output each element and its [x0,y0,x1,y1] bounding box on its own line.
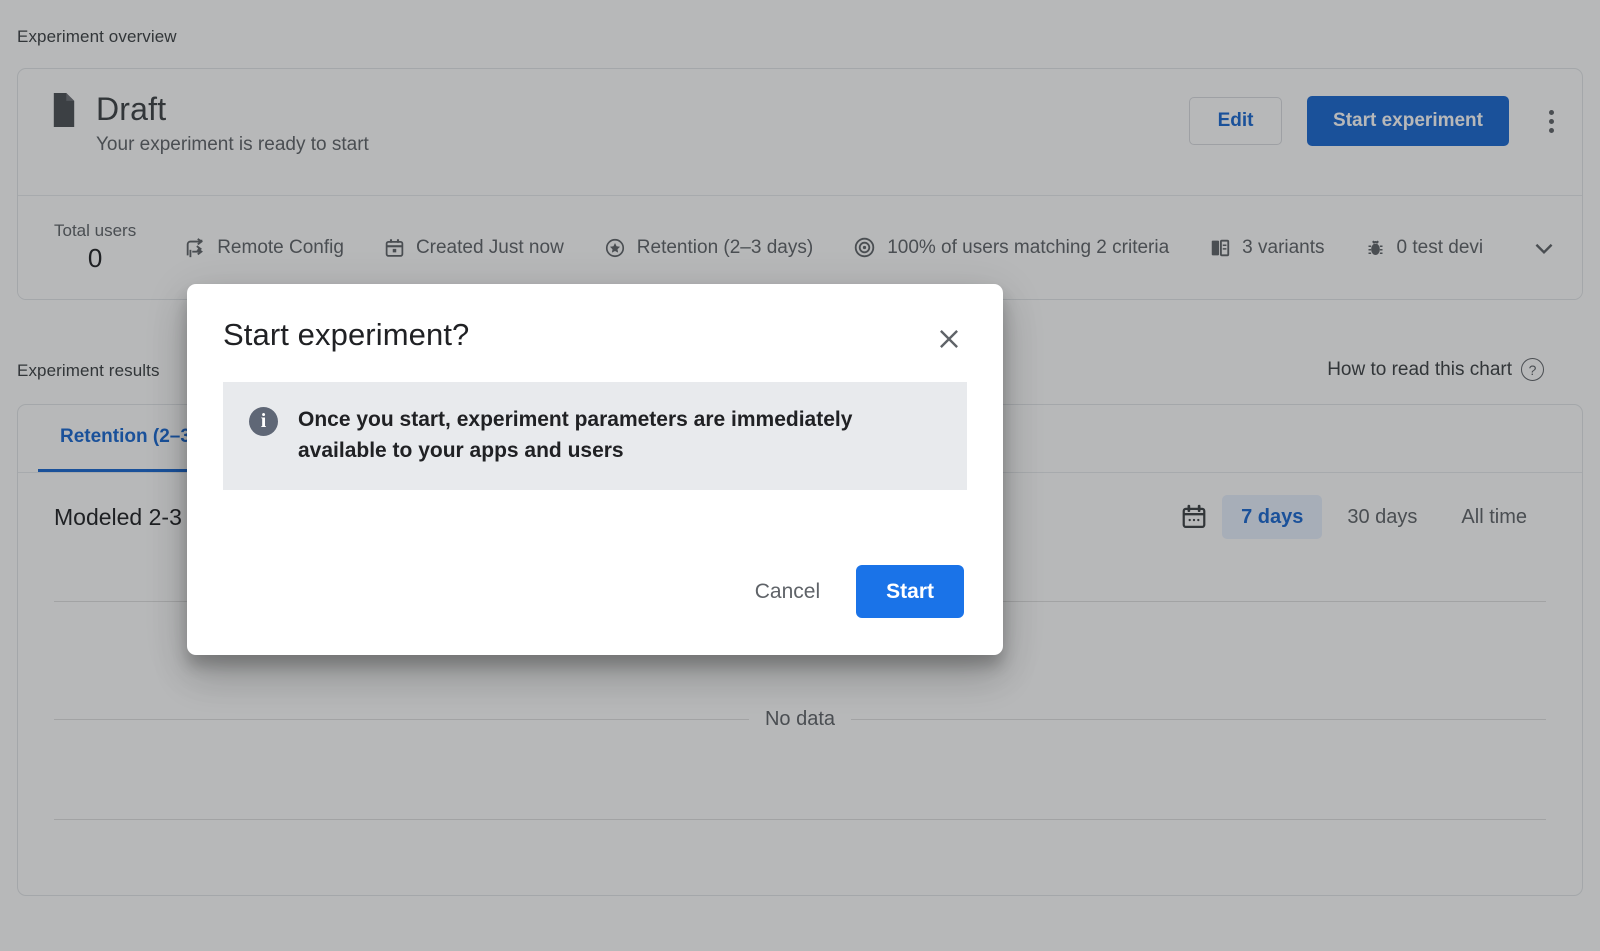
close-icon[interactable] [931,321,967,357]
cancel-button[interactable]: Cancel [737,568,838,616]
dialog-actions: Cancel Start [737,565,964,618]
app-root: Experiment overview Draft Your experimen… [0,0,1600,951]
dialog-info-text: Once you start, experiment parameters ar… [298,404,941,466]
start-experiment-dialog: Start experiment? i Once you start, expe… [187,284,1003,655]
confirm-start-button[interactable]: Start [856,565,964,618]
dialog-header: Start experiment? [223,317,967,357]
dialog-title: Start experiment? [223,317,469,353]
dialog-info-banner: i Once you start, experiment parameters … [223,382,967,490]
info-icon: i [249,407,278,436]
